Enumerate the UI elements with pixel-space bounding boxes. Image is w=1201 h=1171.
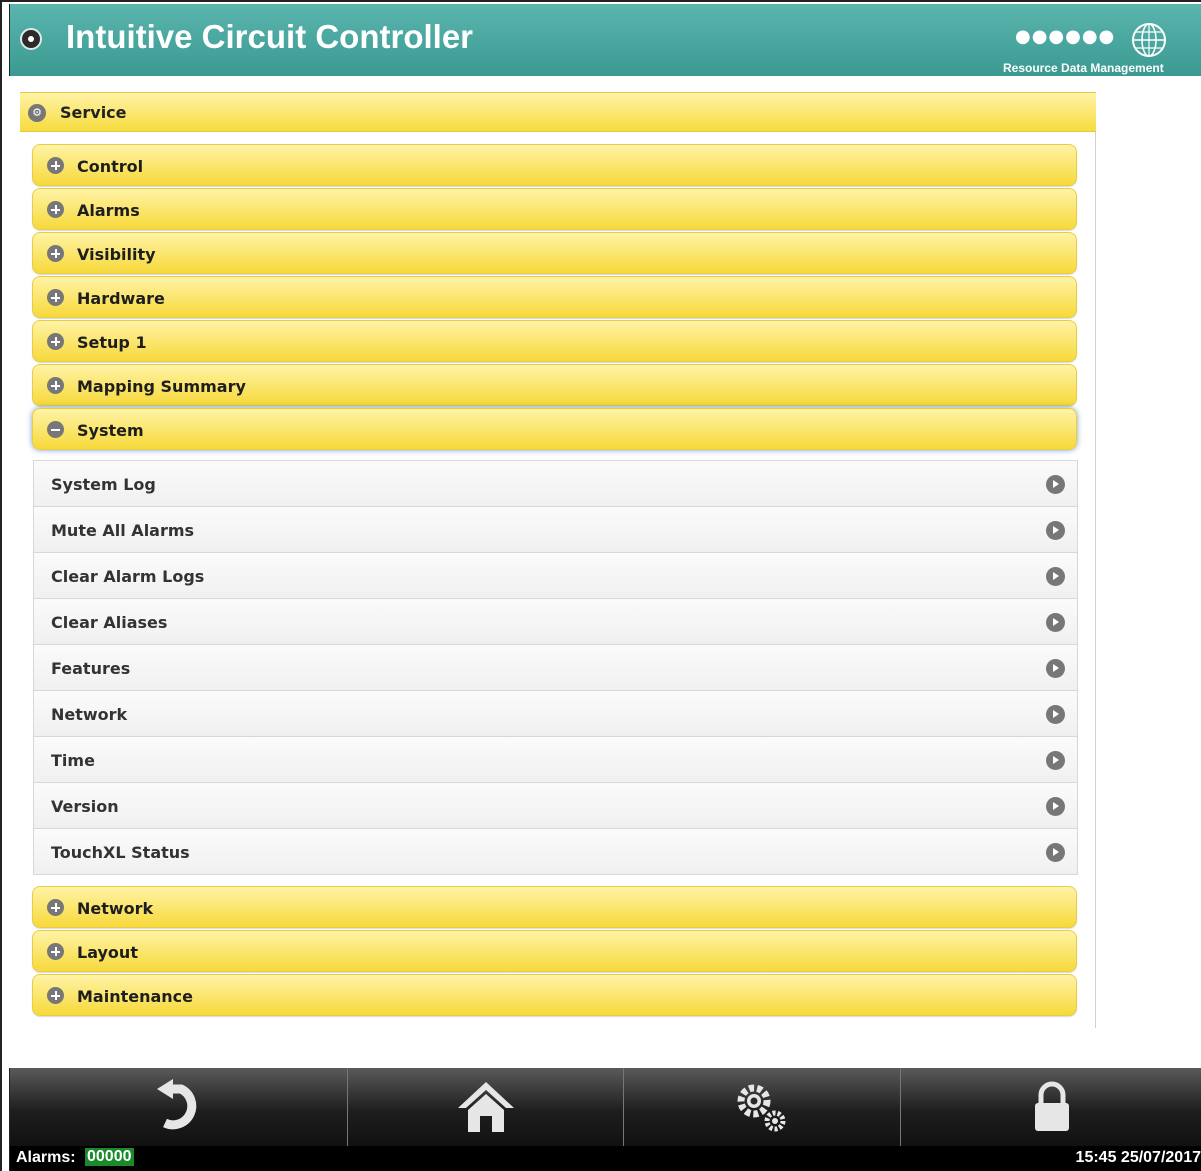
plus-circle-icon: [47, 289, 64, 306]
chevron-right-icon: [1046, 797, 1065, 816]
section-visibility[interactable]: Visibility: [32, 232, 1077, 274]
list-item-label: Clear Alarm Logs: [51, 567, 205, 586]
section-network[interactable]: Network: [32, 886, 1077, 928]
section-label: Visibility: [77, 245, 156, 264]
alarms-label: Alarms:: [16, 1149, 76, 1166]
plus-circle-icon: [47, 245, 64, 262]
section-label: Hardware: [77, 289, 165, 308]
section-label: Layout: [77, 943, 138, 962]
system-list: System Log Mute All Alarms Clear Alarm L…: [33, 460, 1078, 875]
list-item-clear-alarm-logs[interactable]: Clear Alarm Logs: [34, 553, 1077, 599]
section-system[interactable]: System: [32, 408, 1077, 450]
gear-icon: ⚙: [28, 104, 46, 122]
section-label: Alarms: [77, 201, 140, 220]
bottom-toolbar: [9, 1068, 1201, 1146]
list-item-label: Mute All Alarms: [51, 521, 195, 540]
list-item-version[interactable]: Version: [34, 783, 1077, 829]
service-header[interactable]: ⚙ Service: [20, 92, 1096, 132]
plus-circle-icon: [47, 943, 64, 960]
list-item-label: TouchXL Status: [51, 843, 190, 862]
settings-gears-icon: [737, 1084, 786, 1132]
section-alarms[interactable]: Alarms: [32, 188, 1077, 230]
plus-circle-icon: [47, 987, 64, 1004]
chevron-right-icon: [1046, 475, 1065, 494]
list-item-label: Version: [51, 797, 119, 816]
chevron-right-icon: [1046, 567, 1065, 586]
back-button[interactable]: [10, 1068, 348, 1146]
list-item-touchxl-status[interactable]: TouchXL Status: [34, 829, 1077, 875]
section-maintenance[interactable]: Maintenance: [32, 974, 1077, 1016]
brand-logo-dots: ●●●●●●: [1015, 26, 1116, 47]
list-item-label: Features: [51, 659, 131, 678]
chevron-right-icon: [1046, 705, 1065, 724]
app-header: Intuitive Circuit Controller ●●●●●● Reso…: [9, 4, 1201, 76]
plus-circle-icon: [47, 333, 64, 350]
list-item-label: System Log: [51, 475, 156, 494]
section-layout[interactable]: Layout: [32, 930, 1077, 972]
service-panel: ⚙ Service Control Alarms Visibility Hard…: [20, 92, 1096, 1028]
plus-circle-icon: [47, 899, 64, 916]
section-label: Maintenance: [77, 987, 194, 1006]
app-title: Intuitive Circuit Controller: [66, 18, 474, 55]
section-label: System: [77, 421, 144, 440]
chevron-right-icon: [1046, 613, 1065, 632]
service-label: Service: [60, 103, 127, 122]
settings-button[interactable]: [624, 1068, 901, 1146]
section-control[interactable]: Control: [32, 144, 1077, 186]
home-icon: [457, 1082, 514, 1132]
list-item-features[interactable]: Features: [34, 645, 1077, 691]
brand-name: Resource Data Management: [1003, 61, 1164, 75]
home-badge-icon[interactable]: [20, 28, 42, 50]
plus-circle-icon: [47, 201, 64, 218]
lock-button[interactable]: [901, 1068, 1201, 1146]
list-item-time[interactable]: Time: [34, 737, 1077, 783]
list-item-clear-aliases[interactable]: Clear Aliases: [34, 599, 1077, 645]
section-label: Setup 1: [77, 333, 147, 352]
minus-circle-icon: [47, 421, 64, 438]
section-setup-1[interactable]: Setup 1: [32, 320, 1077, 362]
section-mapping-summary[interactable]: Mapping Summary: [32, 364, 1077, 406]
plus-circle-icon: [47, 377, 64, 394]
back-icon: [156, 1079, 196, 1130]
section-hardware[interactable]: Hardware: [32, 276, 1077, 318]
home-button[interactable]: [348, 1068, 624, 1146]
chevron-right-icon: [1046, 521, 1065, 540]
clock-datetime: 15:45 25/07/2017: [1075, 1149, 1201, 1166]
list-item-system-log[interactable]: System Log: [34, 461, 1077, 507]
list-item-network[interactable]: Network: [34, 691, 1077, 737]
status-bar: Alarms: 00000 15:45 25/07/2017: [9, 1146, 1201, 1171]
chevron-right-icon: [1046, 843, 1065, 862]
section-label: Mapping Summary: [77, 377, 246, 396]
section-label: Network: [77, 899, 154, 918]
globe-icon: [1132, 23, 1166, 57]
chevron-right-icon: [1046, 659, 1065, 678]
section-label: Control: [77, 157, 144, 176]
list-item-mute-all-alarms[interactable]: Mute All Alarms: [34, 507, 1077, 553]
plus-circle-icon: [47, 157, 64, 174]
alarms-count-badge[interactable]: 00000: [85, 1148, 134, 1166]
list-item-label: Network: [51, 705, 128, 724]
chevron-right-icon: [1046, 751, 1065, 770]
list-item-label: Time: [51, 751, 95, 770]
lock-icon: [1034, 1081, 1069, 1131]
list-item-label: Clear Aliases: [51, 613, 168, 632]
